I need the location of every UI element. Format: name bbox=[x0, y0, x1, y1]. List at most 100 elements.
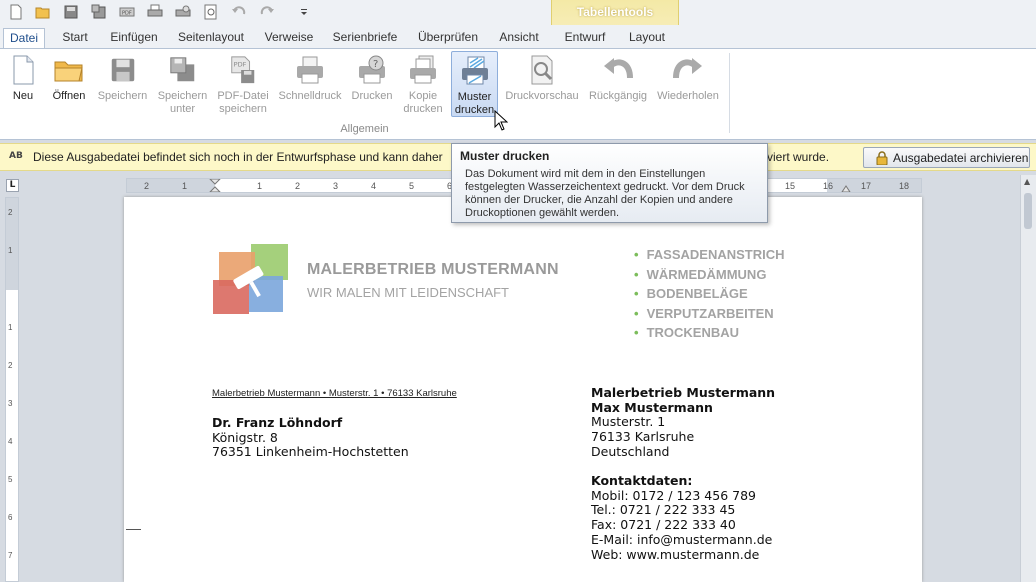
tab-serienbriefe[interactable]: Serienbriefe bbox=[327, 28, 403, 48]
floppy-icon bbox=[106, 53, 140, 87]
indent-marker-icon[interactable] bbox=[209, 179, 221, 192]
copy-print-icon bbox=[406, 53, 440, 87]
fold-mark bbox=[126, 529, 141, 530]
contact-block: Kontaktdaten: Mobil: 0172 / 123 456 789 … bbox=[591, 473, 773, 562]
copy-print-button[interactable]: Kopie drucken bbox=[401, 51, 445, 117]
preview-icon[interactable] bbox=[201, 3, 221, 21]
sample-print-label: Muster drucken bbox=[454, 91, 495, 116]
vertical-ruler[interactable]: 2 1 1 2 3 4 5 6 7 bbox=[5, 197, 19, 582]
ribbon-group-separator bbox=[729, 53, 730, 133]
sender-street: Musterstr. 1 bbox=[591, 414, 666, 430]
tab-ansicht[interactable]: Ansicht bbox=[493, 28, 545, 48]
list-item: VERPUTZARBEITEN bbox=[634, 304, 785, 324]
archive-output-button[interactable]: Ausgabedatei archivieren bbox=[863, 147, 1030, 168]
ruler-tick: 7 bbox=[8, 551, 13, 560]
document-page[interactable]: MALERBETRIEB MUSTERMANN WIR MALEN MIT LE… bbox=[124, 197, 922, 582]
pdf-save-button[interactable]: PDF PDF-Datei speichern bbox=[215, 51, 271, 117]
save-button[interactable]: Speichern bbox=[95, 51, 150, 117]
redo-button[interactable]: Wiederholen bbox=[655, 51, 721, 117]
tab-stop-selector[interactable]: L bbox=[6, 179, 19, 192]
undo-icon bbox=[601, 53, 635, 87]
tooltip: Muster drucken Das Dokument wird mit dem… bbox=[451, 143, 768, 223]
undo-label: Rückgängig bbox=[588, 90, 648, 102]
redo-icon bbox=[671, 53, 705, 87]
undo-button[interactable]: Rückgängig bbox=[587, 51, 649, 117]
info-bar-text: Diese Ausgabedatei befindet sich noch in… bbox=[33, 150, 443, 164]
sender-return-line: Malerbetrieb Mustermann • Musterstr. 1 •… bbox=[212, 388, 457, 399]
mouse-cursor-icon bbox=[494, 110, 508, 131]
pdf-icon[interactable]: PDF bbox=[117, 3, 137, 21]
ruler-tick: 3 bbox=[8, 399, 13, 408]
tab-entwurf[interactable]: Entwurf bbox=[557, 28, 613, 48]
open-label: Öffnen bbox=[52, 90, 86, 102]
new-icon[interactable] bbox=[6, 3, 26, 21]
print-icon[interactable] bbox=[145, 3, 165, 21]
scroll-up-icon[interactable]: ▲ bbox=[1024, 177, 1030, 186]
ruler-tick: 2 bbox=[144, 181, 150, 191]
pdf-save-icon: PDF bbox=[226, 53, 260, 87]
tab-verweise[interactable]: Verweise bbox=[259, 28, 319, 48]
contact-web: Web: www.mustermann.de bbox=[591, 546, 760, 562]
contact-email: E-Mail: info@mustermann.de bbox=[591, 531, 773, 547]
svg-text:?: ? bbox=[373, 59, 378, 70]
contact-heading: Kontaktdaten: bbox=[591, 473, 693, 488]
save-icon[interactable] bbox=[61, 3, 81, 21]
tab-seitenlayout[interactable]: Seitenlayout bbox=[172, 28, 250, 48]
folder-icon bbox=[52, 53, 86, 87]
redo-icon[interactable] bbox=[257, 3, 277, 21]
list-item: FASSADENANSTRICH bbox=[634, 245, 785, 265]
contact-fax: Fax: 0721 / 222 333 40 bbox=[591, 517, 736, 533]
print-preview-icon bbox=[525, 53, 559, 87]
ruler-tick: 3 bbox=[333, 181, 339, 191]
sender-company: Malerbetrieb Mustermann bbox=[591, 385, 776, 400]
company-slogan: WIR MALEN MIT LEIDENSCHAFT bbox=[307, 285, 510, 300]
sender-address: Malerbetrieb Mustermann Max Mustermann M… bbox=[591, 385, 776, 460]
print-button[interactable]: ? Drucken bbox=[348, 51, 396, 117]
ruler-tick: 1 bbox=[8, 323, 13, 332]
ruler-tick: 17 bbox=[861, 181, 872, 191]
quick-access-toolbar: PDF bbox=[0, 0, 1036, 25]
ruler-tick: 1 bbox=[257, 181, 263, 191]
print-label: Drucken bbox=[351, 90, 393, 102]
svg-text:PDF: PDF bbox=[122, 11, 132, 17]
quick-print-button[interactable]: Schnelldruck bbox=[277, 51, 343, 117]
print-preview-label: Druckvorschau bbox=[505, 90, 579, 102]
services-list: FASSADENANSTRICH WÄRMEDÄMMUNG BODENBELÄG… bbox=[634, 245, 785, 343]
tab-layout[interactable]: Layout bbox=[622, 28, 672, 48]
list-item: BODENBELÄGE bbox=[634, 284, 785, 304]
right-indent-marker-icon[interactable] bbox=[841, 179, 851, 192]
print-preview-button[interactable]: Druckvorschau bbox=[503, 51, 581, 117]
ruler-tick: 1 bbox=[8, 246, 13, 255]
printer-icon bbox=[293, 53, 327, 87]
scrollbar-thumb[interactable] bbox=[1024, 193, 1032, 229]
tab-start[interactable]: Start bbox=[54, 28, 96, 48]
ruler-tick: 15 bbox=[785, 181, 796, 191]
undo-icon[interactable] bbox=[229, 3, 249, 21]
archive-output-label: Ausgabedatei archivieren bbox=[893, 150, 1029, 165]
ruler-tick: 1 bbox=[182, 181, 188, 191]
save-as-icon[interactable] bbox=[89, 3, 109, 21]
sender-city: 76133 Karlsruhe bbox=[591, 429, 695, 445]
copy-print-label: Kopie drucken bbox=[403, 90, 443, 115]
quick-print-icon[interactable] bbox=[173, 3, 193, 21]
tab-einfuegen[interactable]: Einfügen bbox=[104, 28, 164, 48]
contact-tel: Tel.: 0721 / 222 333 45 bbox=[591, 502, 736, 518]
customize-icon[interactable] bbox=[294, 3, 314, 21]
open-button[interactable]: Öffnen bbox=[48, 51, 90, 117]
ruler-tick: 6 bbox=[8, 513, 13, 522]
contact-mobile: Mobil: 0172 / 123 456 789 bbox=[591, 487, 756, 503]
redo-label: Wiederholen bbox=[657, 90, 719, 102]
list-item: WÄRMEDÄMMUNG bbox=[634, 265, 785, 285]
new-button[interactable]: Neu bbox=[3, 51, 43, 117]
ruler-tick: 5 bbox=[409, 181, 415, 191]
recipient-address: Dr. Franz Löhndorf Königstr. 8 76351 Lin… bbox=[212, 415, 409, 460]
sender-person: Max Mustermann bbox=[591, 399, 713, 415]
save-as-button[interactable]: Speichern unter bbox=[155, 51, 210, 117]
sample-print-button[interactable]: Muster drucken bbox=[451, 51, 498, 117]
recipient-name: Dr. Franz Löhndorf bbox=[212, 415, 343, 430]
ruler-tick: 2 bbox=[8, 208, 13, 217]
vertical-scrollbar[interactable]: ▲ bbox=[1020, 175, 1036, 582]
open-icon[interactable] bbox=[33, 3, 53, 21]
tab-ueberpruefen[interactable]: Überprüfen bbox=[412, 28, 484, 48]
tab-datei[interactable]: Datei bbox=[3, 28, 45, 48]
